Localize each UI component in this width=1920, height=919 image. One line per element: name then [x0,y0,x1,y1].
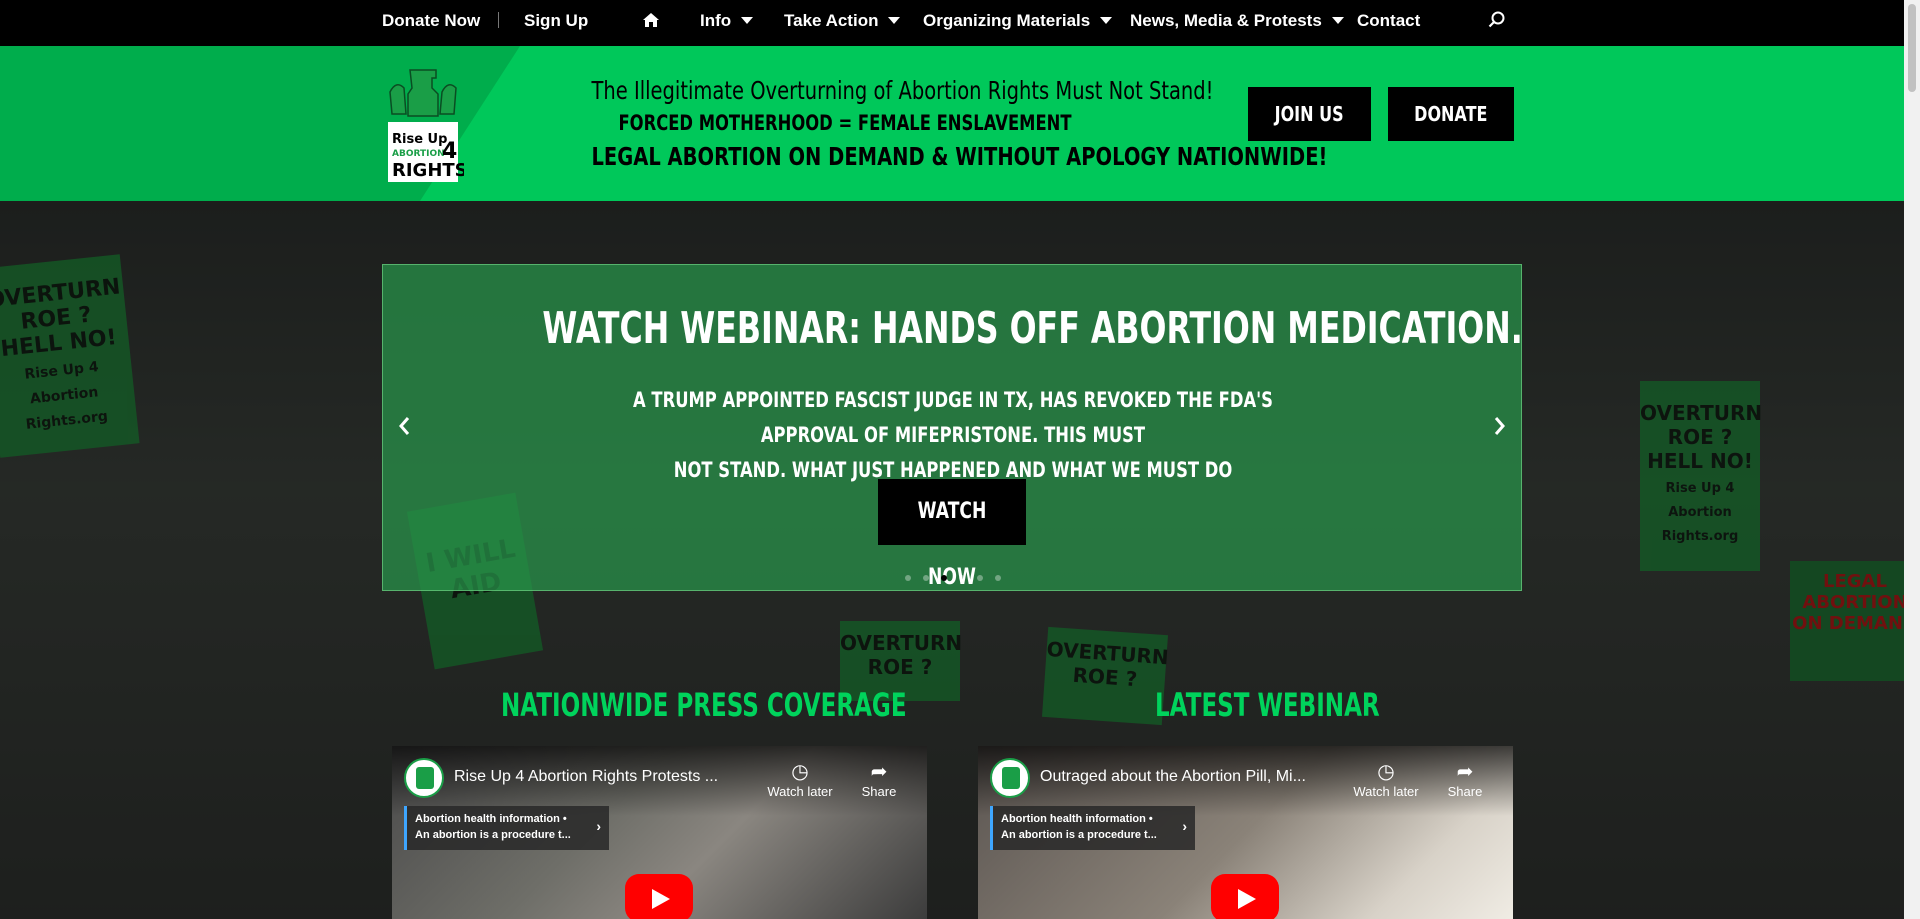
slider-dot[interactable] [959,575,965,581]
chevron-down-icon [1331,17,1344,24]
slider-dot[interactable] [995,575,1001,581]
info-panel[interactable]: Abortion health information • An abortio… [404,806,609,850]
top-navigation: Donate Now Sign Up Info Take Action Orga… [0,0,1904,46]
chevron-right-icon: › [1182,818,1187,834]
search-icon[interactable] [1488,0,1506,46]
hero-slider: WATCH WEBINAR: HANDS OFF ABORTION MEDICA… [382,264,1523,591]
share-button[interactable]: ➦ Share [839,760,919,799]
banner-slogan: FORCED MOTHERHOOD = FEMALE ENSLAVEMENT [618,111,1072,135]
latest-webinar-heading: LATEST WEBINAR [1155,686,1380,724]
watch-later-button[interactable]: ◷ Watch later [1346,760,1426,799]
slider-dot[interactable] [905,575,911,581]
join-us-button[interactable]: JOIN US [1248,87,1371,141]
header-banner: Rise Up ABORTION 4 RIGHTS The Illegitima… [0,46,1904,201]
chevron-down-icon [888,17,901,24]
svg-text:ABORTION: ABORTION [392,149,445,159]
video-title[interactable]: Outraged about the Abortion Pill, Mi... [1040,768,1340,786]
chevron-down-icon [741,17,754,24]
nav-news-media-protests[interactable]: News, Media & Protests [1130,0,1344,46]
channel-avatar[interactable] [990,758,1030,798]
chevron-down-icon [1100,17,1113,24]
slider-dot[interactable] [977,575,983,581]
share-icon: ➦ [870,761,888,783]
info-panel[interactable]: Abortion health information • An abortio… [990,806,1195,850]
share-button[interactable]: ➦ Share [1425,760,1505,799]
nav-info[interactable]: Info [700,0,754,46]
video-embed-webinar[interactable]: Outraged about the Abortion Pill, Mi... … [978,746,1513,919]
donate-now-link[interactable]: Donate Now [382,0,480,46]
slider-dot[interactable] [923,575,929,581]
banner-headline: The Illegitimate Overturning of Abortion… [591,76,1214,105]
svg-text:RIGHTS: RIGHTS [392,160,464,181]
chevron-right-icon[interactable] [1493,415,1513,439]
share-icon: ➦ [1456,761,1474,783]
slide-title: WATCH WEBINAR: HANDS OFF ABORTION MEDICA… [542,303,1523,354]
play-button-icon[interactable] [1211,874,1279,919]
play-button-icon[interactable] [625,874,693,919]
banner-demand: LEGAL ABORTION ON DEMAND & WITHOUT APOLO… [591,142,1328,171]
donate-button[interactable]: DONATE [1388,87,1514,141]
nav-organizing-materials[interactable]: Organizing Materials [923,0,1113,46]
home-icon[interactable] [642,0,660,46]
scrollbar-thumb[interactable] [1908,4,1916,92]
nav-take-action[interactable]: Take Action [784,0,901,46]
video-embed-press[interactable]: Rise Up 4 Abortion Rights Protests ... ◷… [392,746,927,919]
video-title[interactable]: Rise Up 4 Abortion Rights Protests ... [454,768,754,786]
nav-contact[interactable]: Contact [1357,0,1420,46]
clock-icon: ◷ [1377,761,1395,783]
nav-divider [498,12,499,28]
sign-up-link[interactable]: Sign Up [524,0,588,46]
chevron-left-icon[interactable] [397,415,417,439]
watch-now-button[interactable]: WATCH NOW [878,479,1026,590]
svg-text:Rise Up: Rise Up [392,132,447,147]
slider-dot[interactable] [941,575,947,581]
site-logo[interactable]: Rise Up ABORTION 4 RIGHTS [382,62,468,184]
clock-icon: ◷ [791,761,809,783]
press-coverage-heading: NATIONWIDE PRESS COVERAGE [501,686,907,724]
channel-avatar[interactable] [404,758,444,798]
page-scrollbar[interactable] [1904,0,1920,919]
watch-later-button[interactable]: ◷ Watch later [760,760,840,799]
slide-subtitle: A TRUMP APPOINTED FASCIST JUDGE IN TX, H… [633,388,1273,482]
chevron-right-icon: › [596,818,601,834]
